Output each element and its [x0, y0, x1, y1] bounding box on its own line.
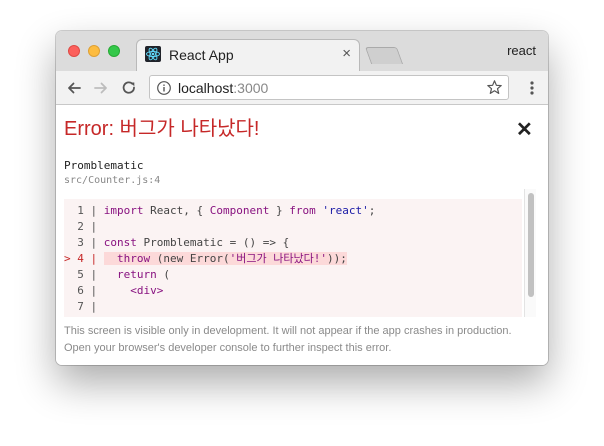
scrollbar[interactable] [524, 189, 536, 317]
url-host: localhost [178, 80, 234, 96]
star-icon[interactable] [486, 79, 503, 96]
identifier: Component [209, 204, 270, 217]
highlighted-code: throw (new Error('버그가 나타났다!')); [103, 252, 347, 265]
string-literal: 'react' [322, 204, 369, 217]
react-logo-icon [145, 46, 161, 62]
keyword: throw [117, 252, 151, 265]
code-line-error: > 4 | throw (new Error('버그가 나타났다!')); [64, 251, 522, 267]
code-line: 3 | const Promblematic = () => { [64, 235, 522, 251]
keyword: return [117, 268, 157, 281]
close-window-button[interactable] [68, 45, 80, 57]
arrow-left-icon[interactable] [64, 78, 84, 98]
close-overlay-button[interactable]: ✕ [516, 119, 533, 141]
keyword: from [289, 204, 316, 217]
tab-strip: React App × react [56, 31, 548, 71]
tab-react-app[interactable]: React App × [136, 39, 360, 71]
code-text: ; [368, 204, 376, 217]
code-line: 2 | [64, 219, 522, 235]
line-gutter: 1 | [64, 204, 104, 217]
line-gutter: 2 | [64, 220, 104, 233]
minimize-window-button[interactable] [88, 45, 100, 57]
stack-frame-name: Promblematic [64, 159, 144, 172]
url-text[interactable]: localhost:3000 [178, 79, 268, 97]
error-title: Error: 버그가 나타났다! [64, 118, 260, 140]
code-line: 1 | import React, { Component } from 're… [64, 203, 522, 219]
footer-line: Open your browser's developer console to… [64, 342, 392, 354]
code-text: )); [326, 252, 347, 265]
keyword: import [103, 204, 144, 217]
browser-toolbar: localhost:3000 [56, 71, 548, 105]
code-text: Promblematic = () => { [136, 236, 290, 249]
kebab-menu-icon[interactable] [526, 79, 538, 97]
maximize-window-button[interactable] [108, 45, 120, 57]
tab-close-button[interactable]: × [342, 45, 351, 63]
browser-window: React App × react localhost:3000 Error: … [56, 31, 548, 365]
code-text: React, { [143, 204, 210, 217]
url-port: :3000 [233, 80, 269, 96]
keyword: const [103, 236, 137, 249]
line-gutter: > 4 | [64, 252, 104, 265]
code-line: 6 | <div> [64, 283, 522, 299]
stack-frame-file[interactable]: src/Counter.js:4 [64, 175, 160, 186]
reload-icon[interactable] [119, 78, 139, 98]
code-line: 7 | [64, 299, 522, 315]
code-text: ( [156, 268, 170, 281]
code-text: (new Error( [150, 252, 230, 265]
arrow-right-icon[interactable] [91, 78, 111, 98]
code-text: } [269, 204, 290, 217]
string-literal: '버그가 나타났다!' [229, 252, 327, 265]
error-overlay: Error: 버그가 나타났다! ✕ Promblematic src/Coun… [56, 105, 548, 365]
line-gutter: 6 | [64, 284, 104, 297]
jsx-tag: <div> [130, 284, 164, 297]
line-gutter: 5 | [64, 268, 104, 281]
line-gutter: 3 | [64, 236, 104, 249]
new-tab-button[interactable] [364, 47, 404, 64]
code-snippet: 1 | import React, { Component } from 're… [64, 199, 522, 317]
address-bar[interactable]: localhost:3000 [149, 75, 509, 100]
code-line: 5 | return ( [64, 267, 522, 283]
scrollbar-thumb[interactable] [528, 193, 534, 297]
profile-name[interactable]: react [507, 43, 536, 58]
info-icon[interactable] [156, 80, 172, 96]
footer-line: This screen is visible only in developme… [64, 325, 512, 337]
overlay-footer: This screen is visible only in developme… [64, 323, 534, 357]
line-gutter: 7 | [64, 300, 104, 313]
tab-title: React App [169, 47, 234, 63]
